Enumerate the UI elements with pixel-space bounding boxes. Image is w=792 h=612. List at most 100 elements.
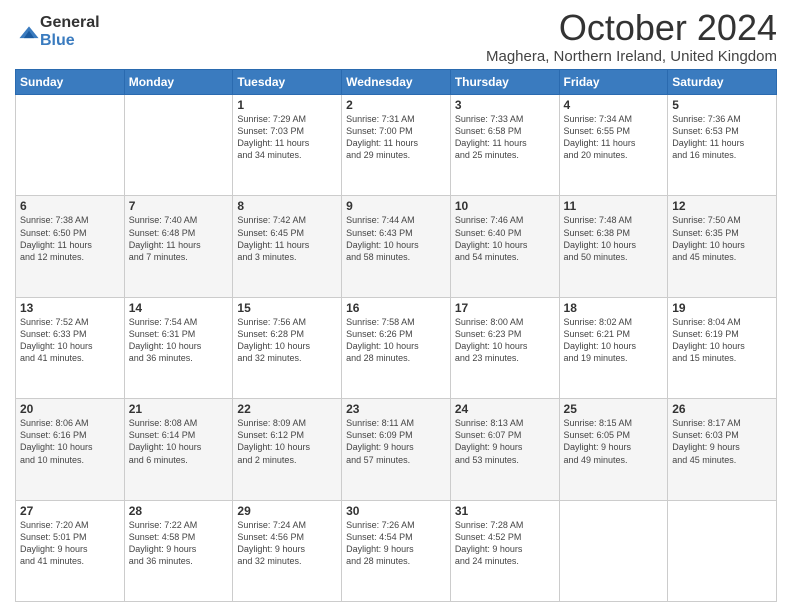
day-info: Sunrise: 8:11 AM Sunset: 6:09 PM Dayligh… (346, 417, 446, 466)
day-info: Sunrise: 8:06 AM Sunset: 6:16 PM Dayligh… (20, 417, 120, 466)
day-cell: 24Sunrise: 8:13 AM Sunset: 6:07 PM Dayli… (450, 399, 559, 500)
day-info: Sunrise: 8:00 AM Sunset: 6:23 PM Dayligh… (455, 316, 555, 365)
day-cell: 4Sunrise: 7:34 AM Sunset: 6:55 PM Daylig… (559, 95, 668, 196)
day-cell: 22Sunrise: 8:09 AM Sunset: 6:12 PM Dayli… (233, 399, 342, 500)
day-info: Sunrise: 7:33 AM Sunset: 6:58 PM Dayligh… (455, 113, 555, 162)
day-cell: 29Sunrise: 7:24 AM Sunset: 4:56 PM Dayli… (233, 500, 342, 601)
day-cell (16, 95, 125, 196)
day-number: 23 (346, 402, 446, 416)
day-info: Sunrise: 7:50 AM Sunset: 6:35 PM Dayligh… (672, 214, 772, 263)
day-number: 5 (672, 98, 772, 112)
day-cell: 17Sunrise: 8:00 AM Sunset: 6:23 PM Dayli… (450, 297, 559, 398)
day-info: Sunrise: 7:22 AM Sunset: 4:58 PM Dayligh… (129, 519, 229, 568)
page: General Blue October 2024 Maghera, North… (0, 0, 792, 612)
day-info: Sunrise: 7:58 AM Sunset: 6:26 PM Dayligh… (346, 316, 446, 365)
day-info: Sunrise: 7:38 AM Sunset: 6:50 PM Dayligh… (20, 214, 120, 263)
day-number: 30 (346, 504, 446, 518)
day-number: 9 (346, 199, 446, 213)
day-info: Sunrise: 8:13 AM Sunset: 6:07 PM Dayligh… (455, 417, 555, 466)
logo-icon (18, 22, 40, 44)
day-number: 26 (672, 402, 772, 416)
week-row-3: 20Sunrise: 8:06 AM Sunset: 6:16 PM Dayli… (16, 399, 777, 500)
day-number: 8 (237, 199, 337, 213)
day-number: 18 (564, 301, 664, 315)
week-row-0: 1Sunrise: 7:29 AM Sunset: 7:03 PM Daylig… (16, 95, 777, 196)
day-number: 22 (237, 402, 337, 416)
day-cell: 25Sunrise: 8:15 AM Sunset: 6:05 PM Dayli… (559, 399, 668, 500)
day-number: 2 (346, 98, 446, 112)
day-number: 17 (455, 301, 555, 315)
day-cell: 11Sunrise: 7:48 AM Sunset: 6:38 PM Dayli… (559, 196, 668, 297)
day-number: 15 (237, 301, 337, 315)
day-cell: 7Sunrise: 7:40 AM Sunset: 6:48 PM Daylig… (124, 196, 233, 297)
day-cell: 14Sunrise: 7:54 AM Sunset: 6:31 PM Dayli… (124, 297, 233, 398)
day-number: 25 (564, 402, 664, 416)
day-info: Sunrise: 8:08 AM Sunset: 6:14 PM Dayligh… (129, 417, 229, 466)
header-cell-tuesday: Tuesday (233, 70, 342, 95)
day-cell: 20Sunrise: 8:06 AM Sunset: 6:16 PM Dayli… (16, 399, 125, 500)
day-info: Sunrise: 7:46 AM Sunset: 6:40 PM Dayligh… (455, 214, 555, 263)
day-number: 10 (455, 199, 555, 213)
day-number: 28 (129, 504, 229, 518)
day-number: 19 (672, 301, 772, 315)
day-cell: 13Sunrise: 7:52 AM Sunset: 6:33 PM Dayli… (16, 297, 125, 398)
day-info: Sunrise: 7:54 AM Sunset: 6:31 PM Dayligh… (129, 316, 229, 365)
day-info: Sunrise: 7:31 AM Sunset: 7:00 PM Dayligh… (346, 113, 446, 162)
day-number: 7 (129, 199, 229, 213)
day-number: 14 (129, 301, 229, 315)
day-info: Sunrise: 8:17 AM Sunset: 6:03 PM Dayligh… (672, 417, 772, 466)
day-info: Sunrise: 7:42 AM Sunset: 6:45 PM Dayligh… (237, 214, 337, 263)
week-row-2: 13Sunrise: 7:52 AM Sunset: 6:33 PM Dayli… (16, 297, 777, 398)
week-row-4: 27Sunrise: 7:20 AM Sunset: 5:01 PM Dayli… (16, 500, 777, 601)
day-info: Sunrise: 7:26 AM Sunset: 4:54 PM Dayligh… (346, 519, 446, 568)
day-info: Sunrise: 7:48 AM Sunset: 6:38 PM Dayligh… (564, 214, 664, 263)
day-info: Sunrise: 7:40 AM Sunset: 6:48 PM Dayligh… (129, 214, 229, 263)
day-number: 3 (455, 98, 555, 112)
day-cell: 3Sunrise: 7:33 AM Sunset: 6:58 PM Daylig… (450, 95, 559, 196)
day-number: 29 (237, 504, 337, 518)
day-cell: 23Sunrise: 8:11 AM Sunset: 6:09 PM Dayli… (342, 399, 451, 500)
day-cell (668, 500, 777, 601)
day-cell: 19Sunrise: 8:04 AM Sunset: 6:19 PM Dayli… (668, 297, 777, 398)
day-number: 24 (455, 402, 555, 416)
day-info: Sunrise: 8:04 AM Sunset: 6:19 PM Dayligh… (672, 316, 772, 365)
logo-general-text: General (40, 14, 100, 32)
day-cell: 2Sunrise: 7:31 AM Sunset: 7:00 PM Daylig… (342, 95, 451, 196)
day-cell: 6Sunrise: 7:38 AM Sunset: 6:50 PM Daylig… (16, 196, 125, 297)
day-number: 12 (672, 199, 772, 213)
day-info: Sunrise: 7:36 AM Sunset: 6:53 PM Dayligh… (672, 113, 772, 162)
day-number: 31 (455, 504, 555, 518)
day-cell (124, 95, 233, 196)
header: General Blue October 2024 Maghera, North… (15, 10, 777, 65)
day-info: Sunrise: 8:15 AM Sunset: 6:05 PM Dayligh… (564, 417, 664, 466)
calendar-table: SundayMondayTuesdayWednesdayThursdayFrid… (15, 69, 777, 602)
day-cell (559, 500, 668, 601)
day-number: 11 (564, 199, 664, 213)
header-cell-saturday: Saturday (668, 70, 777, 95)
day-info: Sunrise: 8:02 AM Sunset: 6:21 PM Dayligh… (564, 316, 664, 365)
day-cell: 21Sunrise: 8:08 AM Sunset: 6:14 PM Dayli… (124, 399, 233, 500)
week-row-1: 6Sunrise: 7:38 AM Sunset: 6:50 PM Daylig… (16, 196, 777, 297)
location: Maghera, Northern Ireland, United Kingdo… (486, 48, 777, 65)
day-number: 20 (20, 402, 120, 416)
logo-text: General Blue (40, 14, 100, 49)
day-cell: 5Sunrise: 7:36 AM Sunset: 6:53 PM Daylig… (668, 95, 777, 196)
day-info: Sunrise: 7:44 AM Sunset: 6:43 PM Dayligh… (346, 214, 446, 263)
day-cell: 18Sunrise: 8:02 AM Sunset: 6:21 PM Dayli… (559, 297, 668, 398)
day-cell: 26Sunrise: 8:17 AM Sunset: 6:03 PM Dayli… (668, 399, 777, 500)
day-cell: 15Sunrise: 7:56 AM Sunset: 6:28 PM Dayli… (233, 297, 342, 398)
day-number: 27 (20, 504, 120, 518)
header-cell-friday: Friday (559, 70, 668, 95)
day-number: 16 (346, 301, 446, 315)
day-cell: 28Sunrise: 7:22 AM Sunset: 4:58 PM Dayli… (124, 500, 233, 601)
day-number: 1 (237, 98, 337, 112)
day-cell: 9Sunrise: 7:44 AM Sunset: 6:43 PM Daylig… (342, 196, 451, 297)
day-info: Sunrise: 7:52 AM Sunset: 6:33 PM Dayligh… (20, 316, 120, 365)
day-cell: 8Sunrise: 7:42 AM Sunset: 6:45 PM Daylig… (233, 196, 342, 297)
day-number: 13 (20, 301, 120, 315)
day-info: Sunrise: 7:56 AM Sunset: 6:28 PM Dayligh… (237, 316, 337, 365)
header-cell-wednesday: Wednesday (342, 70, 451, 95)
day-cell: 16Sunrise: 7:58 AM Sunset: 6:26 PM Dayli… (342, 297, 451, 398)
day-cell: 10Sunrise: 7:46 AM Sunset: 6:40 PM Dayli… (450, 196, 559, 297)
day-cell: 12Sunrise: 7:50 AM Sunset: 6:35 PM Dayli… (668, 196, 777, 297)
